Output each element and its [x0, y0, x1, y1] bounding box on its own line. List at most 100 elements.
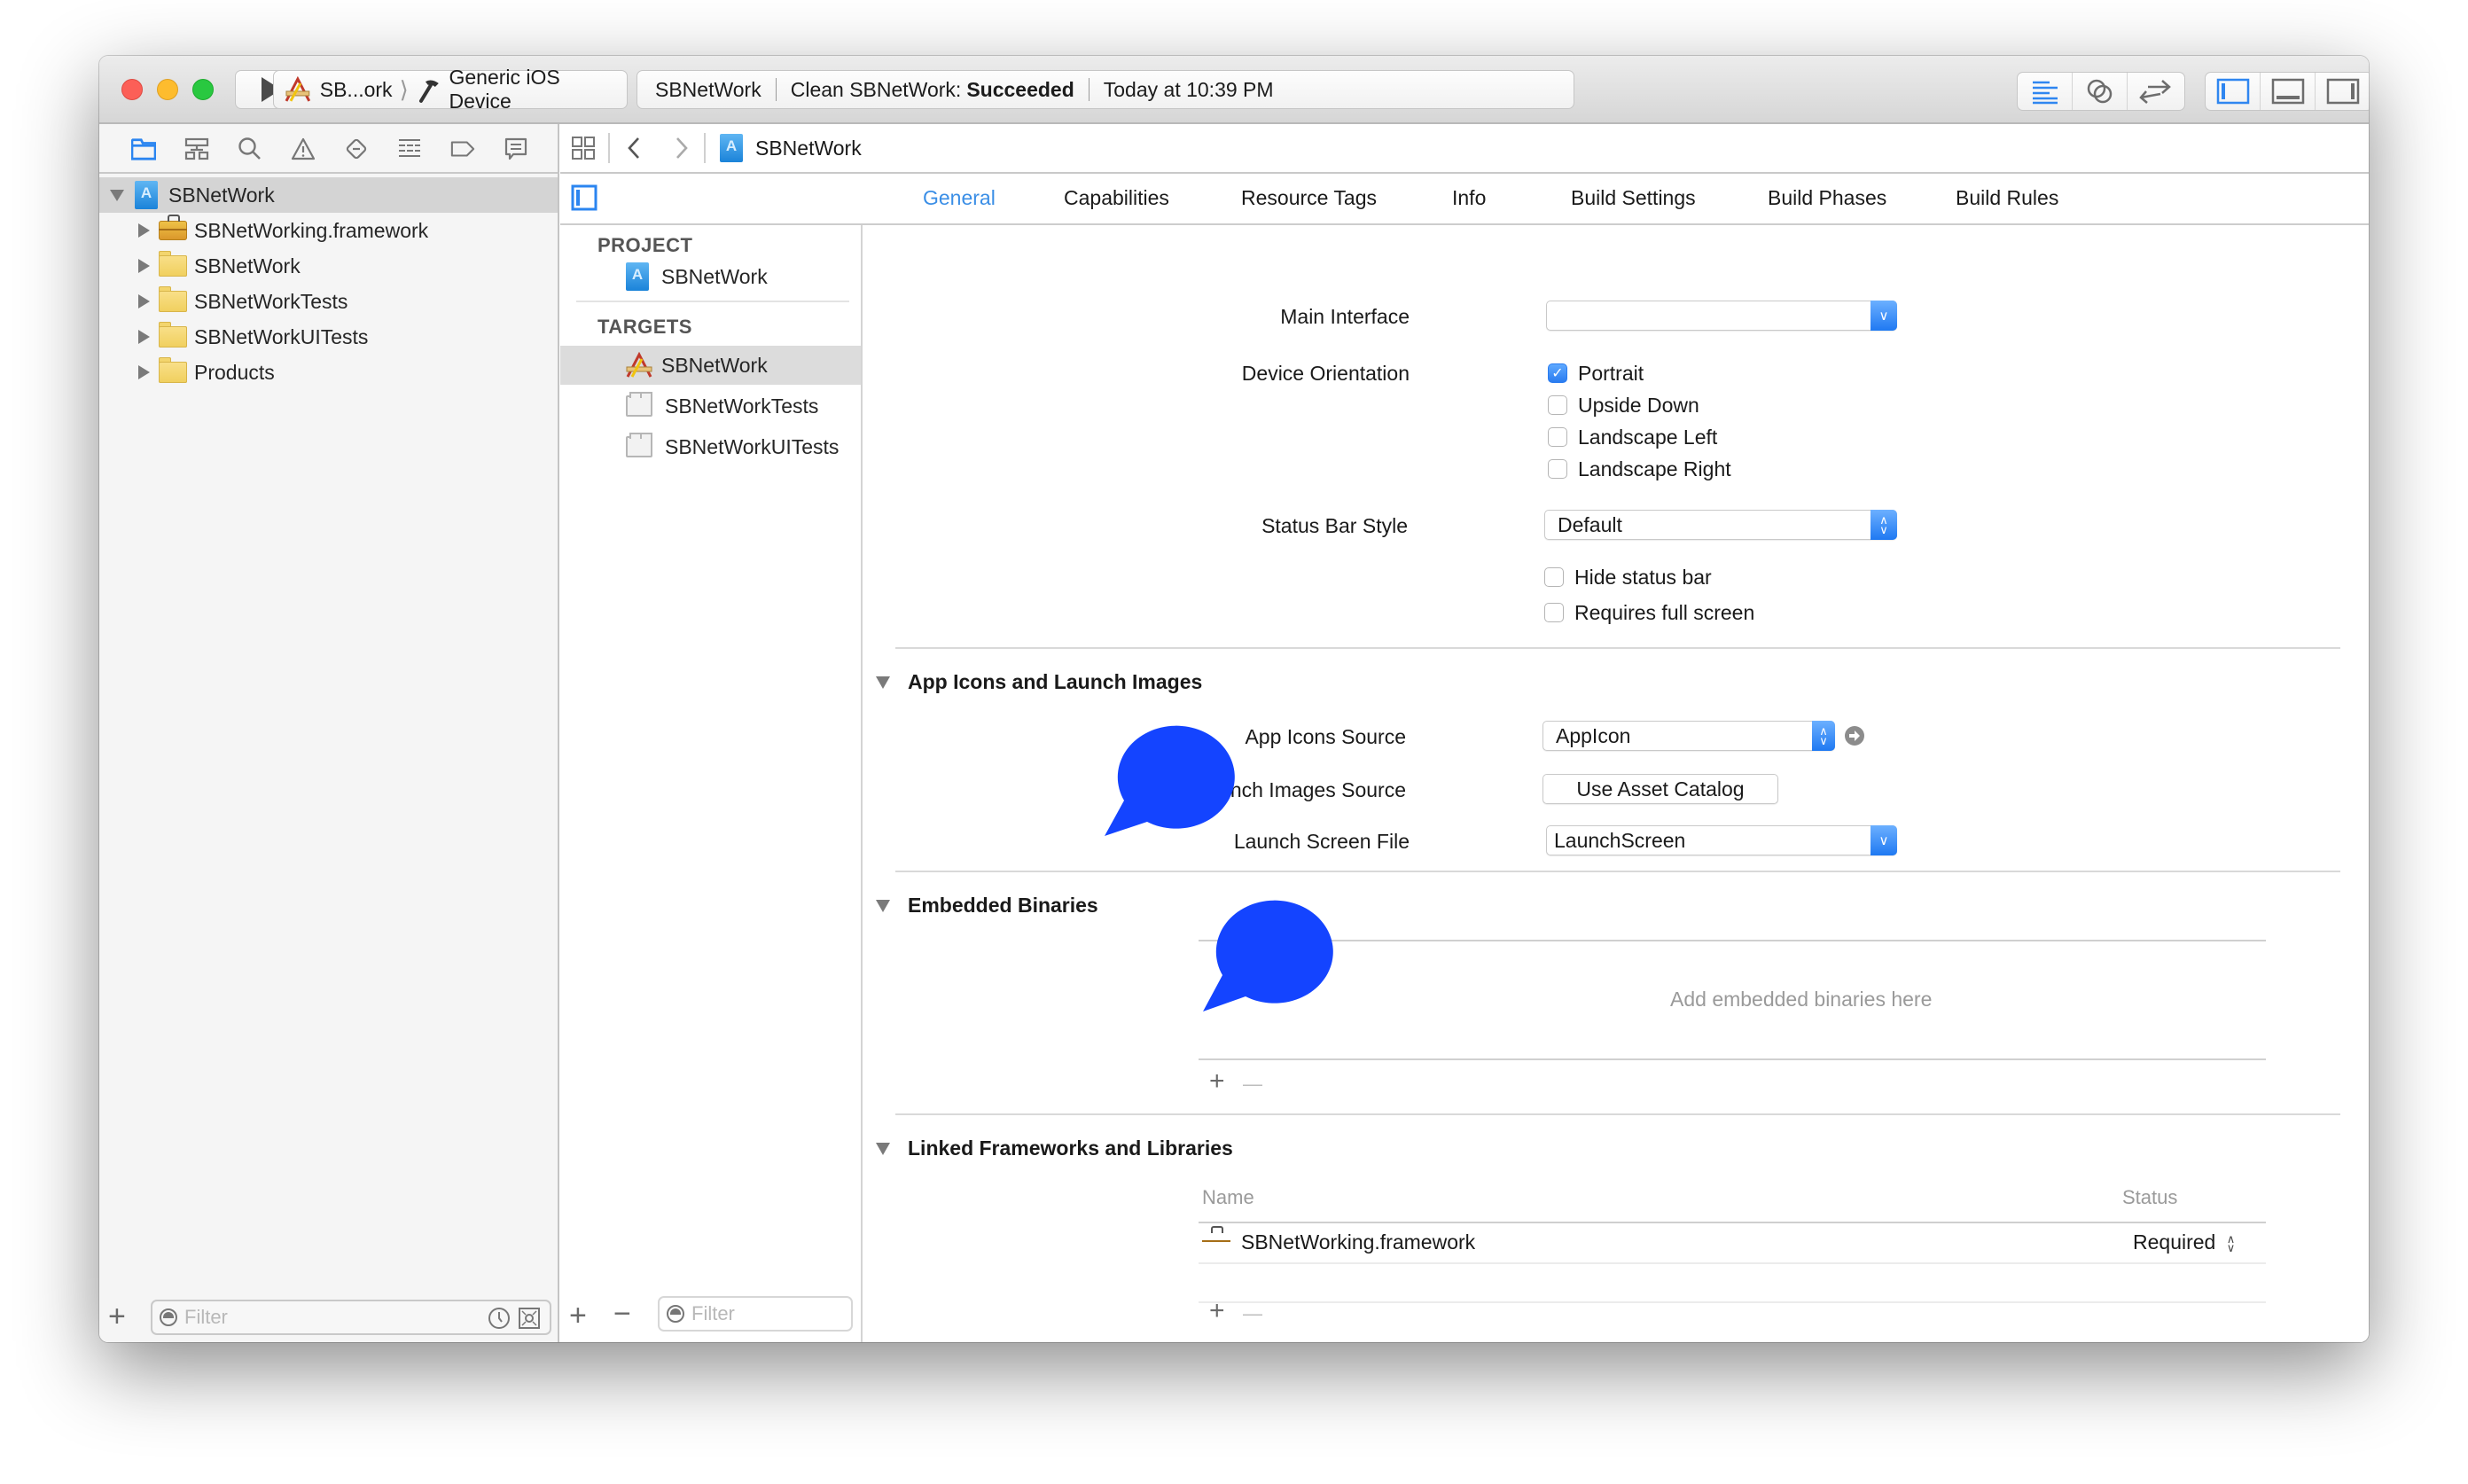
target-item[interactable]: SBNetWorkTests	[560, 387, 861, 426]
symbol-navigator-tab[interactable]	[184, 137, 209, 161]
framework-status-popup[interactable]: Required ∧ ∨	[2133, 1230, 2235, 1254]
app-icons-source-popup[interactable]: AppIcon ∧ ∨	[1542, 721, 1835, 751]
issue-navigator-tab[interactable]	[291, 137, 316, 161]
navigator-filter-bar: + Filter	[99, 1293, 558, 1342]
device-orientation-label: Device Orientation	[1241, 362, 1410, 385]
forward-chevron-icon[interactable]	[674, 136, 690, 160]
remove-target-button[interactable]: −	[613, 1299, 631, 1329]
project-item[interactable]: SBNetWork	[560, 257, 861, 296]
go-to-asset-arrow-icon[interactable]	[1844, 725, 1865, 746]
tab-build-rules[interactable]: Build Rules	[1956, 186, 2058, 210]
toggle-navigator-button[interactable]	[2206, 73, 2261, 110]
destination-label[interactable]: Generic iOS Device	[449, 66, 628, 113]
hierarchy-icon	[184, 137, 209, 160]
debug-navigator-tab[interactable]	[397, 137, 422, 161]
target-item-label: SBNetWorkUITests	[665, 434, 840, 458]
use-asset-catalog-button[interactable]: Use Asset Catalog	[1542, 774, 1778, 804]
divider	[576, 301, 849, 302]
tree-item[interactable]: SBNetWorkUITests	[99, 319, 558, 355]
close-window-button[interactable]	[121, 79, 143, 100]
disclosure-right-icon[interactable]	[138, 294, 150, 309]
breakpoint-navigator-tab[interactable]	[450, 137, 475, 161]
chevron-up-down-icon[interactable]: ∧ ∨	[1871, 510, 1897, 540]
hide-status-bar-checkbox[interactable]	[1544, 567, 1564, 587]
test-navigator-tab[interactable]	[344, 137, 369, 161]
tab-build-phases[interactable]: Build Phases	[1768, 186, 1886, 210]
targets-filter-input[interactable]: Filter	[658, 1296, 853, 1332]
landscape-left-checkbox[interactable]	[1548, 427, 1567, 447]
tree-item[interactable]: Products	[99, 355, 558, 390]
tree-item-project-root[interactable]: SBNetWork	[99, 177, 558, 213]
requires-full-screen-checkbox[interactable]	[1544, 603, 1564, 622]
add-target-button[interactable]: +	[569, 1300, 587, 1331]
minimize-window-button[interactable]	[157, 79, 178, 100]
status-bar-style-popup[interactable]: Default ∧ ∨	[1544, 510, 1897, 540]
embedded-binaries-section-header[interactable]: Embedded Binaries	[876, 894, 1098, 918]
app-icons-section-header[interactable]: App Icons and Launch Images	[876, 670, 1202, 694]
add-file-button[interactable]: +	[108, 1301, 126, 1332]
disclosure-down-icon[interactable]	[876, 676, 890, 689]
add-framework-button[interactable]: +	[1209, 1298, 1225, 1324]
portrait-checkbox[interactable]: ✓	[1548, 363, 1567, 383]
toggle-debug-area-button[interactable]	[2261, 73, 2316, 110]
add-embedded-binary-button[interactable]: +	[1209, 1068, 1225, 1095]
main-interface-combobox[interactable]: ∨	[1546, 301, 1897, 331]
find-navigator-tab[interactable]	[238, 137, 262, 161]
chevron-down-icon[interactable]: ∨	[1871, 301, 1897, 331]
divider	[704, 133, 706, 163]
disclosure-down-icon[interactable]	[876, 899, 890, 912]
tab-general[interactable]: General	[923, 186, 996, 210]
scm-status-filter-icon[interactable]	[518, 1307, 541, 1330]
row-divider	[1199, 1262, 2266, 1264]
column-header-name[interactable]: Name	[1202, 1186, 1254, 1209]
project-file-icon	[135, 181, 158, 209]
landscape-right-checkbox[interactable]	[1548, 459, 1567, 479]
breadcrumb-project[interactable]: SBNetWork	[755, 137, 862, 160]
column-header-status[interactable]: Status	[2122, 1186, 2177, 1209]
divider	[608, 133, 610, 163]
tab-capabilities[interactable]: Capabilities	[1064, 186, 1169, 210]
disclosure-right-icon[interactable]	[138, 330, 150, 344]
standard-editor-icon	[2032, 81, 2058, 105]
divider	[775, 78, 777, 101]
version-editor-button[interactable]	[2128, 73, 2183, 110]
recent-files-clock-icon[interactable]	[488, 1307, 511, 1330]
tree-item-label: SBNetWork	[194, 254, 301, 277]
report-navigator-tab[interactable]	[504, 137, 528, 161]
project-navigator-tab[interactable]	[131, 137, 156, 161]
disclosure-down-icon[interactable]	[876, 1142, 890, 1155]
tree-item[interactable]: SBNetWorking.framework	[99, 213, 558, 248]
table-row[interactable]: SBNetWorking.framework Required ∧ ∨	[1199, 1223, 2266, 1261]
folder-icon	[159, 251, 187, 277]
tab-build-settings[interactable]: Build Settings	[1571, 186, 1696, 210]
tab-info[interactable]: Info	[1452, 186, 1486, 210]
tree-item[interactable]: SBNetWork	[99, 248, 558, 284]
disclosure-right-icon[interactable]	[138, 259, 150, 273]
scheme-selector[interactable]: SB...ork ⟩ Generic iOS Device	[273, 66, 628, 113]
disclosure-down-icon[interactable]	[110, 189, 124, 201]
assistant-editor-button[interactable]	[2073, 73, 2128, 110]
chevron-up-down-icon[interactable]: ∧ ∨	[1812, 721, 1835, 751]
remove-embedded-binary-button[interactable]: —	[1243, 1073, 1262, 1096]
show-targets-list-icon[interactable]	[571, 184, 597, 211]
tab-resource-tags[interactable]: Resource Tags	[1241, 186, 1377, 210]
zoom-window-button[interactable]	[192, 79, 214, 100]
chevron-down-icon[interactable]: ∨	[1871, 825, 1897, 855]
related-items-icon[interactable]	[571, 136, 596, 160]
remove-framework-button[interactable]: —	[1243, 1302, 1262, 1325]
linked-frameworks-section-header[interactable]: Linked Frameworks and Libraries	[876, 1136, 1233, 1160]
disclosure-right-icon[interactable]	[138, 365, 150, 379]
disclosure-right-icon[interactable]	[138, 223, 150, 238]
target-item[interactable]: SBNetWork	[560, 346, 861, 385]
filter-icon	[667, 1305, 684, 1323]
toggle-utilities-button[interactable]	[2316, 73, 2369, 110]
launch-screen-file-combobox[interactable]: LaunchScreen ∨	[1546, 825, 1897, 855]
navigator-filter-input[interactable]: Filter	[151, 1300, 551, 1335]
tree-item[interactable]: SBNetWorkTests	[99, 284, 558, 319]
target-item[interactable]: SBNetWorkUITests	[560, 427, 861, 466]
speech-bubble-shape	[1203, 900, 1333, 1011]
standard-editor-button[interactable]	[2018, 73, 2073, 110]
upside-down-checkbox[interactable]	[1548, 395, 1567, 415]
activity-viewer: SBNetWork Clean SBNetWork: Succeeded Tod…	[637, 70, 1574, 109]
back-chevron-icon[interactable]	[626, 136, 642, 160]
